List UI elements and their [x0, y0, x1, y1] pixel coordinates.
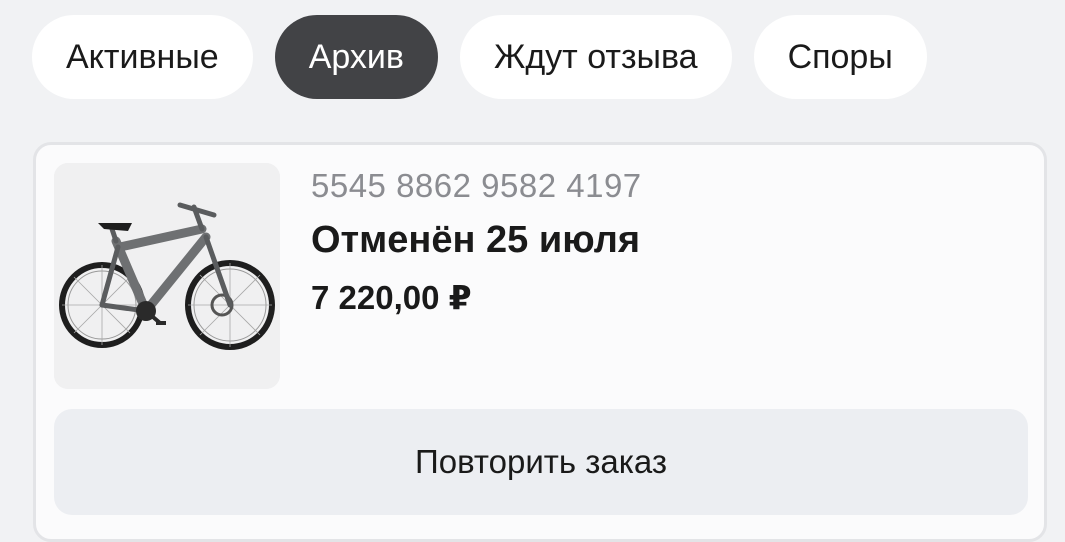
order-status: Отменён 25 июля — [311, 219, 641, 261]
tab-awaiting-review[interactable]: Ждут отзыва — [459, 15, 732, 99]
tab-active[interactable]: Активные — [32, 15, 253, 99]
order-card[interactable]: 5545 8862 9582 4197 Отменён 25 июля 7 22… — [33, 142, 1047, 542]
product-image[interactable] — [54, 163, 280, 389]
bicycle-icon — [54, 163, 280, 389]
order-filter-tabs: Активные Архив Ждут отзыва Споры — [32, 15, 927, 99]
tab-disputes[interactable]: Споры — [753, 15, 927, 99]
order-price: 7 220,00 ₽ — [311, 279, 472, 316]
repeat-order-button[interactable]: Повторить заказ — [54, 409, 1028, 515]
order-number: 5545 8862 9582 4197 — [311, 167, 642, 204]
tab-archive[interactable]: Архив — [274, 15, 438, 99]
